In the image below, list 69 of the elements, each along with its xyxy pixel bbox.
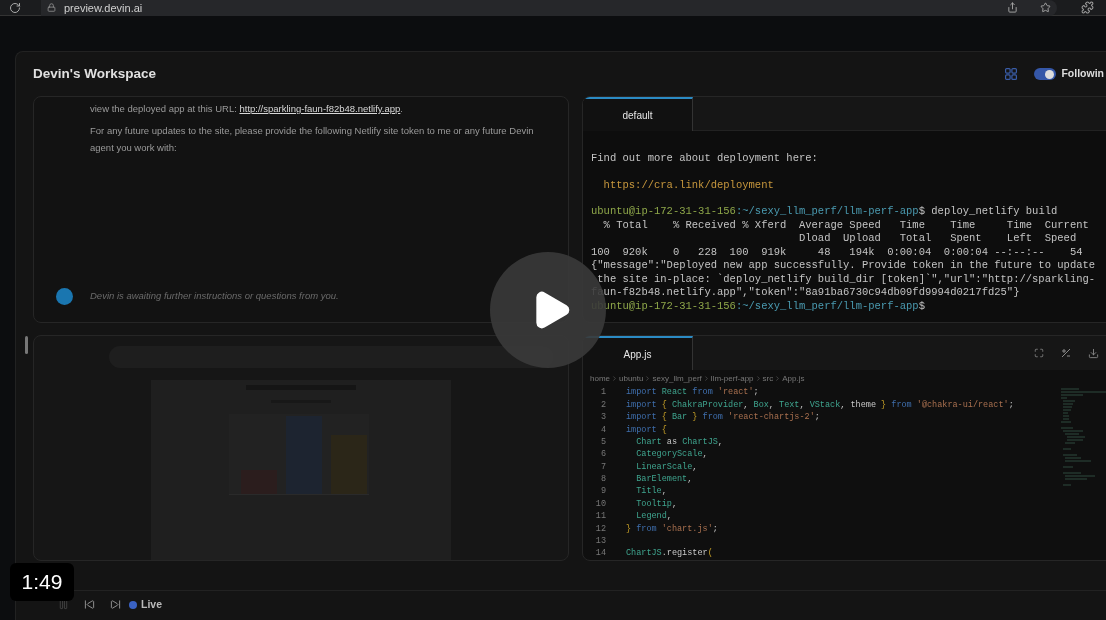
reload-icon[interactable]: [9, 1, 21, 14]
line-number: 10: [594, 497, 606, 511]
scroll-handle[interactable]: [25, 336, 28, 354]
address-bar[interactable]: preview.devin.ai: [41, 0, 1057, 16]
code-line: LinearScale,: [635, 460, 698, 474]
terminal-line: Find out more about deployment here:: [591, 152, 819, 166]
grid-view-icon[interactable]: [1005, 68, 1018, 80]
lock-icon: [47, 3, 56, 12]
line-number: 1: [599, 386, 606, 400]
terminal-line: % Total % Received % Xferd Average Speed Time Time Time Current: [602, 218, 1090, 232]
chevron-icon: [644, 375, 652, 383]
live-label: Live: [141, 596, 162, 612]
breadcrumb-item[interactable]: sexy_llm_perf: [652, 372, 702, 385]
chevron-icon: [611, 375, 618, 383]
skip-forward-icon[interactable]: [110, 599, 121, 610]
line-number: 4: [599, 423, 606, 437]
code-line: import React from 'react';: [626, 386, 759, 400]
code-line: ChartJS.register(: [626, 547, 713, 560]
following-label: Followin: [1061, 66, 1104, 82]
code-line: Tooltip,: [635, 497, 678, 511]
line-number: 2: [599, 398, 606, 412]
line-number: 13: [594, 535, 606, 548]
chevron-icon: [754, 375, 762, 383]
code-line: import {: [626, 423, 667, 437]
line-number: 12: [594, 522, 606, 536]
code-line: import { ChakraProvider, Box, Text, VStack, theme } from '@chakra-ui/react';: [626, 398, 1014, 412]
chevron-icon: [774, 375, 782, 383]
extensions-icon[interactable]: [1081, 1, 1094, 14]
breadcrumb-item[interactable]: llm-perf-app: [710, 372, 754, 385]
tab[interactable]: default: [583, 97, 693, 131]
line-number: 14: [594, 547, 606, 560]
url-text: preview.devin.ai: [64, 1, 143, 14]
line-number: 6: [599, 448, 606, 462]
video-timestamp: 1:49: [10, 563, 74, 601]
terminal-prompt: ubuntu@ip-172-31-31-156:~/sexy_llm_perf/llm-perf-app$ deploy_netlify build: [591, 205, 1059, 219]
code-line: BarElement,: [635, 473, 693, 486]
breadcrumb-item[interactable]: ubuntu: [619, 372, 644, 385]
download-icon[interactable]: [1088, 347, 1099, 359]
line-number: 11: [594, 510, 606, 523]
chevron-icon: [702, 375, 710, 383]
tab[interactable]: App.js: [583, 336, 693, 370]
plus-slash-icon[interactable]: [1061, 348, 1071, 358]
code-line: import { Bar } from 'react-chartjs-2';: [626, 411, 820, 424]
line-number: 7: [599, 460, 606, 474]
line-number: 9: [599, 485, 606, 499]
breadcrumb-item[interactable]: App.js: [782, 372, 805, 385]
terminal-line: {"message":"Deployed new app successfully. Provide token in the future to update: [591, 259, 1097, 273]
share-icon[interactable]: [1007, 2, 1018, 13]
terminal-line: Dload Upload Total Spent Left Speed: [797, 232, 1078, 246]
code-line: } from 'chart.js';: [626, 522, 718, 536]
status-text: Devin is awaiting further instructions or questions from you.: [90, 289, 339, 304]
workspace-title: Devin's Workspace: [33, 64, 157, 83]
breadcrumb-item[interactable]: src: [762, 372, 774, 385]
breadcrumb-item[interactable]: home: [590, 372, 610, 385]
code-line: Legend,: [635, 510, 672, 523]
line-number: 3: [599, 411, 606, 424]
code-line: CategoryScale,: [635, 448, 708, 462]
chat-message: For any future updates to the site, please provide the following Netlify site token to me or any future Devin agent you work with:: [90, 124, 535, 155]
terminal-line: the site in-place: `deploy_netlify build_dir [token]`","url":"http://sparkling-: [596, 272, 1097, 286]
chat-message: view the deployed app at this URL: http://sparkling-faun-f82b48.netlify.app.: [90, 102, 404, 116]
code-line: Chart as ChartJS,: [635, 435, 723, 449]
line-number: 5: [599, 435, 606, 449]
terminal-line: 100 920k 0 228 100 919k 48 194k 0:00:04 0:00:04 --:--:-- 54: [591, 245, 1084, 259]
fullscreen-icon[interactable]: [1034, 348, 1044, 358]
bookmark-star-icon[interactable]: [1040, 2, 1051, 13]
code-line: Title,: [635, 485, 667, 499]
line-number: 8: [599, 473, 606, 486]
following-toggle[interactable]: [1034, 68, 1057, 80]
skip-back-icon[interactable]: [84, 599, 95, 610]
